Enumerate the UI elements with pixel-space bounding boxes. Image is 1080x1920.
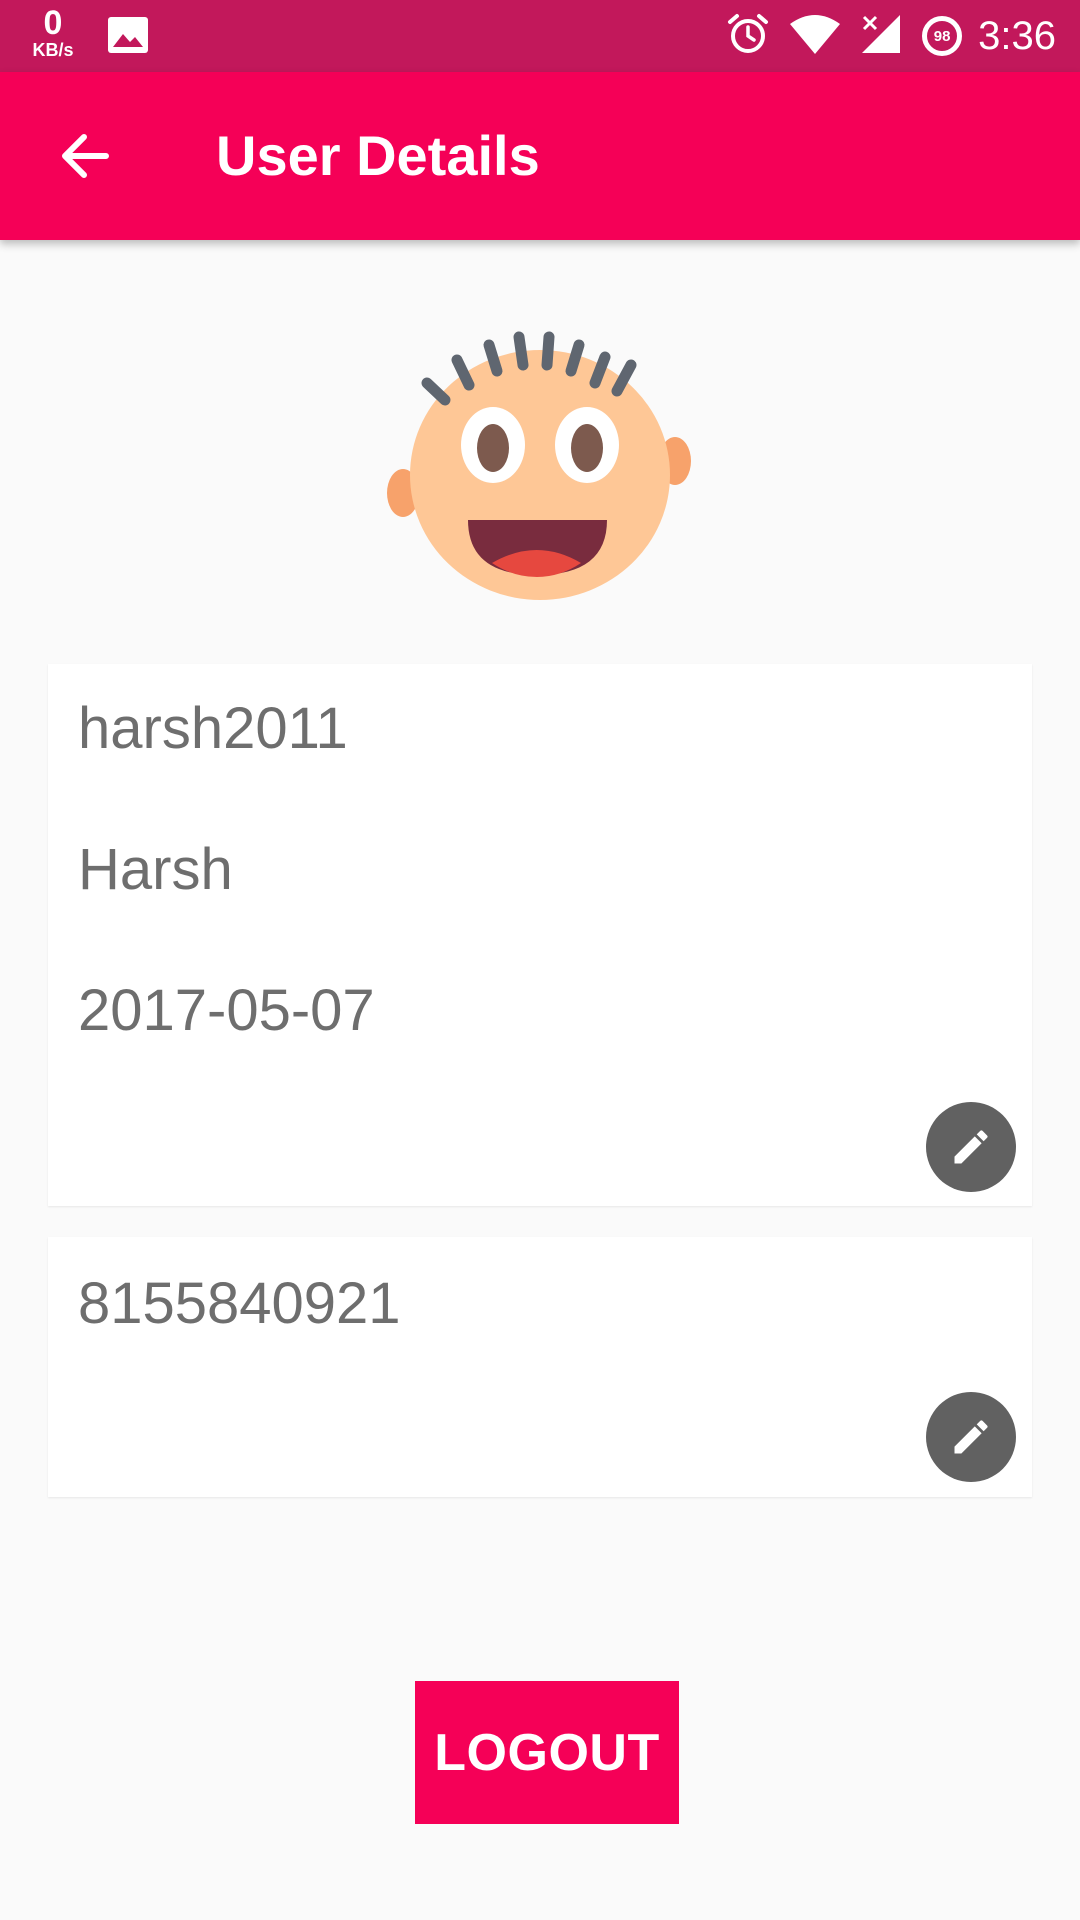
edit-phone-button[interactable]: [926, 1392, 1016, 1482]
wifi-icon: [790, 14, 841, 59]
phone-text: 8155840921: [78, 1271, 401, 1336]
net-speed-value: 0: [43, 4, 63, 42]
date-text: 2017-05-07: [78, 978, 375, 1043]
battery-icon: 98: [922, 16, 963, 56]
app-bar: User Details: [0, 72, 1080, 240]
image-icon: [108, 16, 148, 58]
avatar: [385, 325, 695, 610]
edit-details-button[interactable]: [926, 1102, 1016, 1192]
pencil-icon: [954, 1420, 988, 1454]
back-button[interactable]: [54, 124, 118, 188]
user-details-card: harsh2011 Harsh 2017-05-07: [48, 664, 1032, 1206]
signal-icon: [860, 13, 902, 60]
status-bar: 0 KB/s 98 3:36: [0, 0, 1080, 72]
battery-level: 98: [933, 27, 951, 45]
alarm-icon: [726, 12, 770, 61]
logout-button[interactable]: LOGOUT: [415, 1681, 679, 1824]
name-text: Harsh: [78, 837, 233, 902]
net-speed-indicator: 0 KB/s: [26, 6, 80, 60]
page-title: User Details: [216, 124, 540, 187]
phone-card: 8155840921: [48, 1237, 1032, 1497]
cartoon-face-avatar-icon: [387, 331, 691, 600]
pencil-icon: [954, 1130, 988, 1164]
clock: 3:36: [978, 13, 1056, 58]
arrow-back-icon: [62, 134, 109, 178]
net-speed-unit: KB/s: [32, 40, 74, 60]
status-bar-right: 98 3:36: [706, 0, 1056, 72]
username-text: harsh2011: [78, 696, 348, 761]
status-bar-left: 0 KB/s: [26, 6, 148, 60]
